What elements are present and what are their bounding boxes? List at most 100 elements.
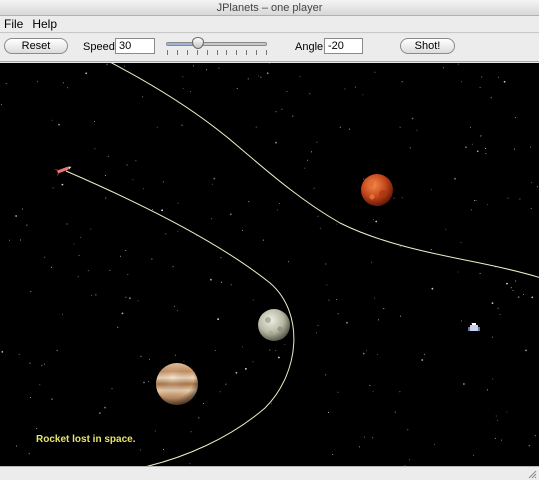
star — [362, 352, 365, 355]
star — [399, 391, 401, 393]
slider-tick — [266, 50, 267, 55]
star — [316, 332, 317, 334]
star — [476, 150, 479, 153]
star — [229, 213, 232, 216]
star — [154, 430, 156, 432]
star — [111, 388, 113, 390]
star — [344, 88, 346, 90]
star — [230, 284, 232, 286]
star — [135, 160, 137, 162]
star — [514, 148, 515, 150]
star — [189, 463, 191, 465]
star — [173, 305, 175, 307]
menu-file[interactable]: File — [4, 16, 23, 32]
star — [307, 159, 308, 161]
speed-field[interactable]: 30 — [115, 38, 155, 54]
star — [41, 365, 43, 367]
star — [162, 181, 164, 183]
gas-giant — [156, 363, 198, 405]
star — [62, 82, 64, 84]
reset-button[interactable]: Reset — [4, 38, 68, 54]
star — [258, 75, 259, 77]
speed-slider-track[interactable] — [166, 42, 267, 46]
star — [121, 312, 124, 315]
star — [362, 94, 364, 96]
star — [326, 284, 328, 286]
star — [67, 87, 69, 89]
star — [309, 93, 311, 95]
star — [270, 403, 272, 405]
star — [409, 147, 411, 149]
star — [98, 412, 101, 414]
star — [129, 297, 131, 300]
star — [475, 200, 477, 201]
star — [374, 71, 376, 73]
star — [284, 344, 286, 346]
star — [117, 326, 119, 328]
angle-field[interactable]: -20 — [324, 38, 363, 54]
star — [87, 270, 89, 272]
star — [372, 437, 374, 439]
game-canvas[interactable]: Rocket lost in space. — [0, 63, 539, 466]
star — [337, 391, 339, 393]
star — [337, 313, 339, 315]
star — [260, 76, 262, 78]
star — [192, 65, 194, 67]
star — [372, 390, 374, 392]
star — [383, 308, 385, 310]
star — [325, 263, 327, 265]
star — [394, 411, 396, 413]
menu-help[interactable]: Help — [32, 16, 57, 32]
star — [336, 299, 338, 300]
star — [304, 167, 306, 169]
star — [182, 76, 184, 78]
star — [26, 224, 28, 226]
star — [206, 69, 208, 71]
star — [143, 381, 145, 384]
resize-grip-icon[interactable] — [527, 469, 537, 479]
star — [29, 397, 31, 398]
star — [286, 90, 288, 92]
star — [104, 406, 106, 409]
star — [523, 294, 525, 295]
speed-slider-thumb[interactable] — [192, 37, 205, 49]
star — [512, 290, 514, 292]
star — [1, 351, 4, 353]
star — [190, 431, 192, 433]
star — [507, 197, 509, 199]
star — [220, 281, 222, 283]
star — [62, 313, 63, 315]
star — [29, 362, 31, 364]
star — [104, 175, 106, 177]
star — [480, 135, 482, 137]
star — [486, 389, 488, 391]
star — [332, 454, 334, 455]
star — [143, 188, 145, 190]
star — [152, 209, 154, 211]
star — [369, 384, 371, 386]
star — [530, 207, 532, 209]
grey-moon — [258, 309, 290, 341]
star — [36, 428, 38, 430]
star — [370, 261, 372, 263]
star — [499, 314, 501, 315]
star — [411, 117, 414, 120]
star — [106, 63, 108, 65]
star — [137, 300, 139, 302]
star — [279, 203, 280, 204]
star — [242, 346, 243, 348]
shot-button[interactable]: Shot! — [400, 38, 455, 54]
star — [269, 349, 271, 351]
star — [299, 75, 301, 77]
star — [445, 228, 447, 230]
star — [219, 391, 221, 393]
star — [73, 243, 75, 245]
slider-tick — [186, 50, 188, 55]
star — [393, 197, 395, 199]
star — [51, 266, 52, 268]
star — [401, 197, 403, 199]
star — [373, 219, 375, 220]
star — [214, 350, 216, 351]
star — [416, 129, 418, 131]
star — [22, 208, 24, 210]
